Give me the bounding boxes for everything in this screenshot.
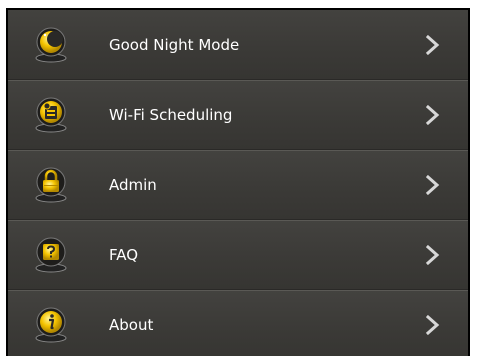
- menu-item-label: Good Night Mode: [109, 35, 240, 54]
- chevron-right-icon: [425, 104, 440, 126]
- chevron-right-icon: [425, 174, 440, 196]
- question-icon: [34, 236, 68, 274]
- menu-item-label: About: [109, 316, 154, 334]
- menu-item-label: Wi-Fi Scheduling: [109, 106, 233, 124]
- chevron-right-icon: [425, 314, 440, 336]
- scheduling-icon: [34, 96, 68, 134]
- settings-menu: Good Night Mode Wi-Fi Scheduling Admin F…: [8, 10, 468, 356]
- chevron-right-icon: [425, 244, 440, 266]
- menu-item-admin[interactable]: Admin: [8, 150, 468, 220]
- moon-icon: [34, 26, 68, 64]
- menu-item-wifi-scheduling[interactable]: Wi-Fi Scheduling: [8, 80, 468, 150]
- menu-item-good-night-mode[interactable]: Good Night Mode: [8, 10, 468, 80]
- menu-item-label: FAQ: [109, 246, 139, 264]
- app-frame: Good Night Mode Wi-Fi Scheduling Admin F…: [6, 8, 470, 356]
- lock-icon: [34, 166, 68, 204]
- menu-item-faq[interactable]: FAQ: [8, 220, 468, 290]
- info-icon: [34, 306, 68, 344]
- menu-item-about[interactable]: About: [8, 290, 468, 356]
- menu-item-label: Admin: [109, 176, 157, 194]
- chevron-right-icon: [425, 34, 440, 55]
